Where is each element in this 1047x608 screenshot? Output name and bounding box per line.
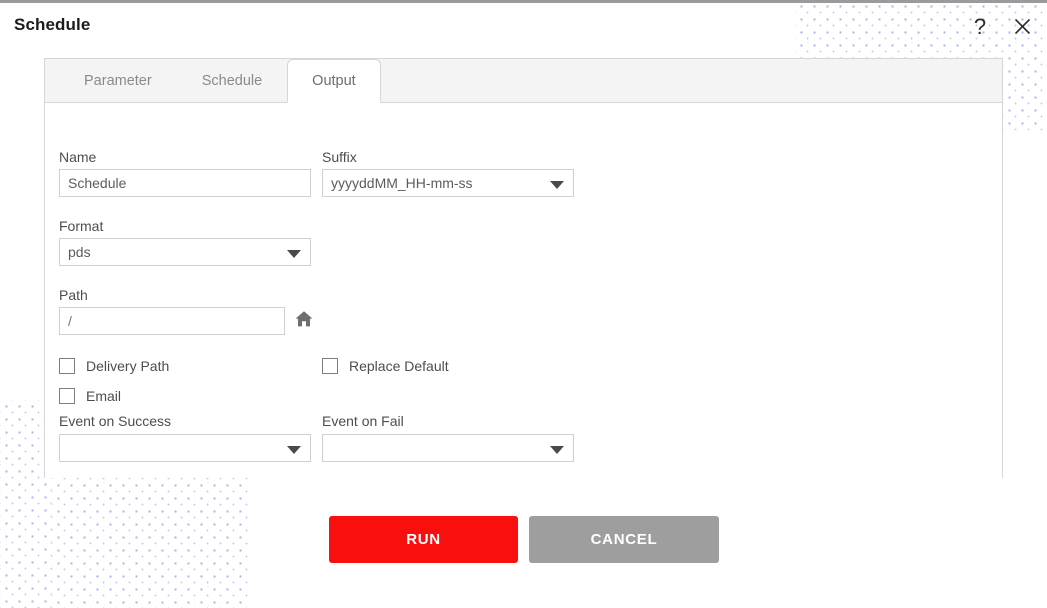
tab-output[interactable]: Output: [287, 59, 381, 103]
event-on-success-dropdown-value: [68, 435, 280, 461]
event-on-success-dropdown[interactable]: [59, 434, 311, 462]
path-label: Path: [59, 287, 88, 303]
event-on-fail-label: Event on Fail: [322, 413, 404, 429]
event-on-fail-dropdown-value: [331, 435, 543, 461]
dialog-titlebar: Schedule ?: [0, 3, 1047, 51]
chevron-down-icon: [287, 250, 301, 258]
checkbox-box: [59, 358, 75, 374]
tab-schedule[interactable]: Schedule: [177, 59, 287, 102]
checkbox-box: [322, 358, 338, 374]
event-on-fail-dropdown[interactable]: [322, 434, 574, 462]
tab-bar: Parameter Schedule Output: [45, 59, 1002, 103]
chevron-down-icon: [550, 181, 564, 189]
path-input[interactable]: [59, 307, 285, 335]
delivery-path-label: Delivery Path: [86, 358, 170, 374]
suffix-dropdown[interactable]: yyyyddMM_HH-mm-ss: [322, 169, 574, 197]
format-dropdown[interactable]: pds: [59, 238, 311, 266]
email-checkbox[interactable]: Email: [59, 388, 121, 404]
checkbox-box: [59, 388, 75, 404]
schedule-dialog: Schedule ? Parameter Schedule Output Nam…: [0, 0, 1047, 608]
delivery-path-checkbox[interactable]: Delivery Path: [59, 358, 169, 374]
format-dropdown-value: pds: [68, 244, 91, 260]
tab-parameter[interactable]: Parameter: [59, 59, 177, 102]
event-on-success-label: Event on Success: [59, 413, 172, 429]
run-button[interactable]: RUN: [329, 516, 518, 563]
close-icon[interactable]: [1008, 13, 1036, 41]
name-input[interactable]: [59, 169, 311, 197]
output-tab-panel: Name Suffix yyyyddMM_HH-mm-ss Format pds…: [45, 103, 1002, 478]
replace-default-label: Replace Default: [349, 358, 449, 374]
email-label: Email: [86, 388, 122, 404]
replace-default-checkbox[interactable]: Replace Default: [322, 358, 449, 374]
help-icon[interactable]: ?: [966, 13, 994, 41]
name-label: Name: [59, 149, 97, 165]
dialog-panel: Parameter Schedule Output Name Suffix yy…: [44, 58, 1003, 478]
chevron-down-icon: [287, 446, 301, 454]
cancel-button[interactable]: CANCEL: [529, 516, 719, 563]
suffix-label: Suffix: [322, 149, 357, 165]
home-icon[interactable]: [293, 308, 317, 332]
chevron-down-icon: [550, 446, 564, 454]
format-label: Format: [59, 218, 104, 234]
page-title: Schedule: [14, 15, 91, 34]
suffix-dropdown-value: yyyyddMM_HH-mm-ss: [331, 175, 473, 191]
